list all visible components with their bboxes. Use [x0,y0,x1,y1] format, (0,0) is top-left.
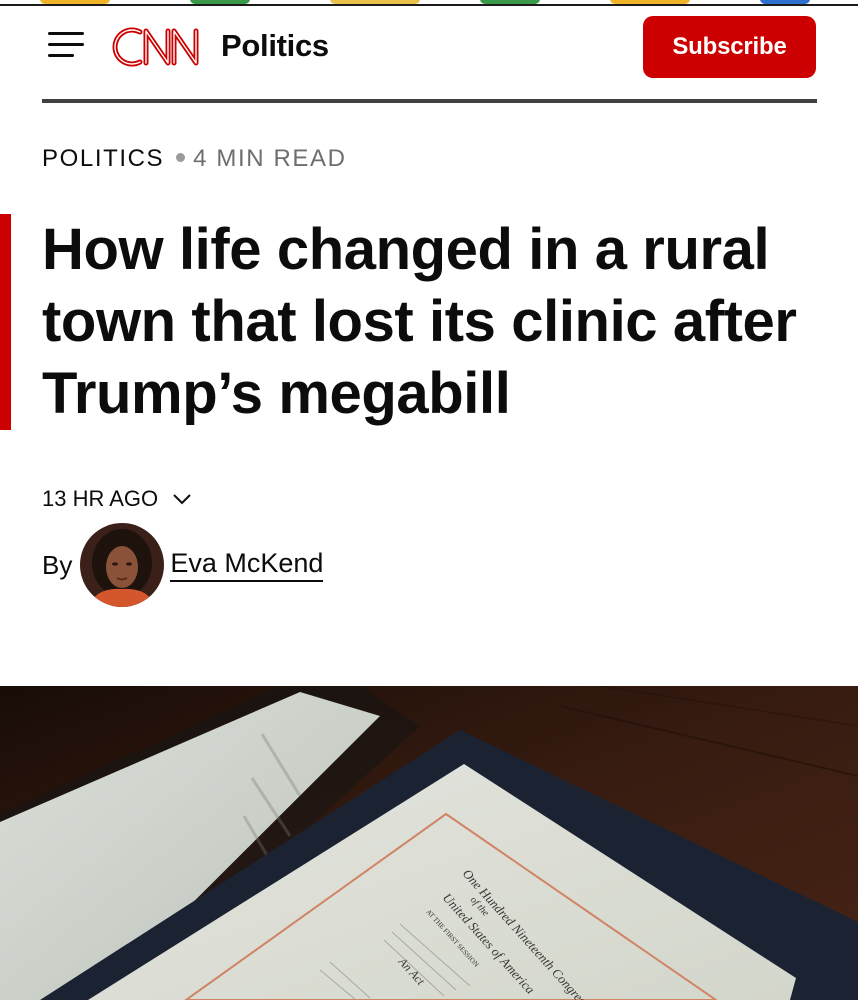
category-label[interactable]: POLITICS [42,145,164,172]
read-time: 4 MIN READ [193,145,347,172]
byline-prefix: By [42,549,73,580]
site-header: Politics Subscribe [0,6,858,103]
header-divider [42,99,817,103]
hero-image[interactable]: One Hundred Nineteenth Congress of the U… [0,686,858,1000]
chevron-down-icon [173,494,191,505]
separator-dot [176,153,186,163]
timestamp-toggle[interactable]: 13 HR AGO [42,486,192,512]
subscribe-button[interactable]: Subscribe [643,16,816,78]
section-title[interactable]: Politics [221,28,329,64]
author-link[interactable]: Eva McKend [170,548,324,582]
article-kicker: POLITICS 4 MIN READ [42,145,347,173]
cnn-logo[interactable] [106,22,206,72]
timestamp-text: 13 HR AGO [42,486,159,511]
byline: By Eva McKend [42,522,324,608]
headline-accent-bar [0,214,11,430]
author-avatar[interactable] [80,523,165,607]
article-headline: How life changed in a rural town that lo… [42,217,797,426]
hamburger-menu-icon[interactable] [46,28,86,60]
